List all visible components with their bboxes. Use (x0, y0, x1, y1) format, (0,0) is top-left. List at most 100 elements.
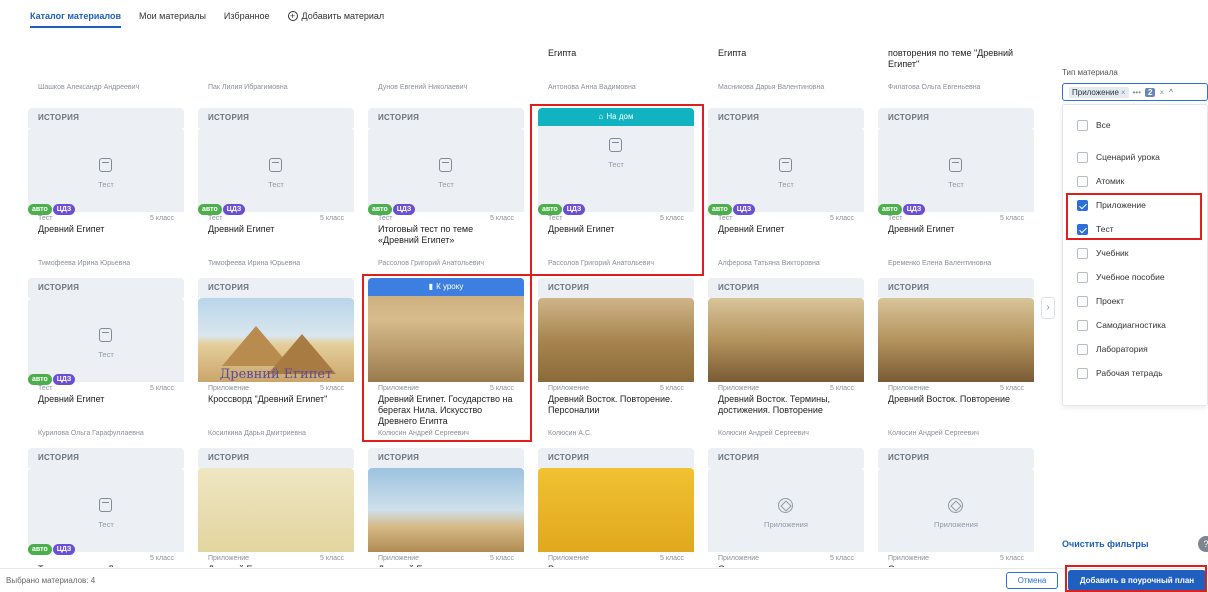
scroll-right-button[interactable]: › (1041, 297, 1055, 319)
material-card[interactable]: Египта Антонова Анна Вадимовна (538, 48, 694, 98)
material-card[interactable]: ИСТОРИЯ Приложение 5 класс Древний Восток. … (538, 278, 694, 444)
card-title[interactable]: Итоговый тест по теме «Древний Египет» (368, 222, 524, 260)
card-cover: Приложения (708, 468, 864, 552)
material-card[interactable]: повторения по теме "Древний Египет" Филат… (878, 48, 1034, 98)
material-type: Приложение (888, 385, 930, 392)
card-title[interactable]: Древний Египет (708, 222, 864, 260)
card-cover: Древний Египет (198, 298, 354, 382)
top-navigation: Каталог материалов Мои материалы Избранн… (0, 0, 1208, 28)
filter-option[interactable]: Самодиагностика (1063, 313, 1207, 337)
material-type: Тест (38, 215, 53, 222)
checkbox[interactable] (1077, 271, 1088, 283)
material-card[interactable]: ИСТОРИЯ Тест авто ЦДЗ Тест 5 класс Древний Еги… (878, 108, 1034, 274)
test-doc-icon (99, 158, 112, 172)
card-title[interactable]: Религия древних египтян (538, 562, 694, 567)
material-card[interactable]: ИСТОРИЯ Древний Египет Приложение 5 класс Кр… (198, 278, 354, 444)
checkbox[interactable] (1077, 319, 1088, 331)
material-card[interactable]: ИСТОРИЯ Тест автоЦДЗ 5 классТест по истории… (28, 448, 184, 567)
filter-chip[interactable]: Приложение × (1069, 86, 1129, 98)
help-icon[interactable]: ? (1198, 536, 1208, 552)
material-card[interactable]: ИСТОРИЯ Тест авто ЦДЗ Тест 5 класс Древний Еги… (28, 278, 184, 444)
card-title[interactable]: Древний Египет (198, 562, 354, 567)
card-meta: Приложение 5 класс (708, 552, 864, 562)
chevron-up-icon[interactable]: ^ (1169, 88, 1173, 97)
checkbox[interactable] (1077, 175, 1088, 187)
card-title[interactable]: Тест по истории Древнего Востока (28, 562, 184, 567)
subject-label: ИСТОРИЯ (708, 108, 864, 128)
tab-catalog[interactable]: Каталог материалов (30, 11, 121, 28)
material-card[interactable]: ИСТОРИЯ Приложение 5 классРелигия древних … (538, 448, 694, 567)
cdz-badge: ЦДЗ (52, 374, 76, 385)
card-meta: Приложение 5 класс (878, 382, 1034, 392)
cover-text: Тест (778, 180, 794, 189)
card-title[interactable]: Древний Египет (368, 562, 524, 567)
cover-text: Тест (948, 180, 964, 189)
chip-close-icon[interactable]: × (1121, 88, 1126, 97)
material-type: Приложение (548, 555, 590, 562)
checkbox[interactable] (1077, 119, 1088, 131)
tab-favorites[interactable]: Избранное (224, 11, 270, 28)
card-title[interactable]: Древний Восток. Термины, достижения. Пов… (708, 392, 864, 430)
card-cover (878, 298, 1034, 382)
material-type: Тест (378, 215, 393, 222)
filter-option[interactable]: Рабочая тетрадь (1063, 361, 1207, 385)
cancel-button[interactable]: Отмена (1006, 572, 1058, 589)
card-author: Колюсин Андрей Сергеевич (888, 430, 979, 437)
card-cover: Тест (368, 128, 524, 212)
card-title[interactable]: Древний Египет (28, 392, 184, 430)
material-card[interactable]: ИСТОРИЯ Тест авто ЦДЗ Тест 5 класс Итоговый те… (368, 108, 524, 274)
card-title[interactable]: Древний Восток. Повторение (878, 392, 1034, 430)
material-type: Приложение (208, 555, 250, 562)
test-doc-icon (99, 328, 112, 342)
filter-option[interactable]: Учебник (1063, 241, 1207, 265)
material-card[interactable]: Египта Масникова Дарья Валентиновна (708, 48, 864, 98)
material-card[interactable]: Пак Лилия Ибрагимовна (198, 48, 354, 98)
filter-option-label: Проект (1096, 296, 1124, 306)
cover-text: Тест (98, 350, 114, 359)
subject-label: ИСТОРИЯ (198, 108, 354, 128)
material-card[interactable]: Дунов Евгений Николаевич (368, 48, 524, 98)
add-material-button[interactable]: + Добавить материал (287, 11, 384, 28)
material-type-select[interactable]: Приложение × ••• 2 × ^ (1062, 83, 1208, 101)
subject-label: ИСТОРИЯ (198, 278, 354, 298)
card-cover (368, 468, 524, 552)
card-title[interactable]: Семь чудес света. (708, 562, 864, 567)
material-card[interactable]: ИСТОРИЯ Тест авто ЦДЗ Тест 5 класс Древний Еги… (708, 108, 864, 274)
card-cover (538, 468, 694, 552)
checkbox[interactable] (1077, 295, 1088, 307)
card-cover (198, 468, 354, 552)
cdz-badge: ЦДЗ (52, 544, 76, 555)
material-card[interactable]: ИСТОРИЯ Тест авто ЦДЗ Тест 5 класс Древний Еги… (198, 108, 354, 274)
material-card[interactable]: ИСТОРИЯ Тест авто ЦДЗ Тест 5 класс Древний Еги… (28, 108, 184, 274)
card-title[interactable]: Древний Египет (198, 222, 354, 260)
filter-option[interactable]: Учебное пособие (1063, 265, 1207, 289)
checkbox[interactable] (1077, 247, 1088, 259)
material-card[interactable]: ИСТОРИЯ Приложение 5 класс Древний Восток. … (708, 278, 864, 444)
filter-option[interactable]: Проект (1063, 289, 1207, 313)
auto-badge: авто (28, 544, 52, 555)
checkbox[interactable] (1077, 151, 1088, 163)
filter-option[interactable]: Все (1063, 113, 1207, 137)
material-card[interactable]: ИСТОРИЯ Приложения Приложение 5 классСемь ч… (878, 448, 1034, 567)
grade-label: 5 класс (830, 385, 854, 392)
plus-circle-icon: + (287, 11, 298, 21)
filter-option[interactable]: Лаборатория (1063, 337, 1207, 361)
card-title[interactable]: Древний Египет (28, 222, 184, 260)
checkbox[interactable] (1077, 343, 1088, 355)
card-title[interactable]: Древний Восток. Повторение. Персоналии (538, 392, 694, 430)
filter-option[interactable]: Сценарий урока (1063, 145, 1207, 169)
card-title[interactable]: Семь чудес света (878, 562, 1034, 567)
material-card[interactable]: Шашков Александр Андреевич (28, 48, 184, 98)
material-card[interactable]: ИСТОРИЯ Приложение 5 классДревний Египет (368, 448, 524, 567)
clear-filters-link[interactable]: Очистить фильтры (1062, 539, 1149, 549)
material-card[interactable]: ИСТОРИЯ Приложение 5 класс Древний Восток. … (878, 278, 1034, 444)
card-title[interactable]: Кроссворд "Древний Египет" (198, 392, 354, 430)
filter-option[interactable]: Атомик (1063, 169, 1207, 193)
tab-my-materials[interactable]: Мои материалы (139, 11, 206, 28)
card-title[interactable]: Древний Египет (878, 222, 1034, 260)
test-doc-icon (949, 158, 962, 172)
material-card[interactable]: ИСТОРИЯ Приложения Приложение 5 классСемь ч… (708, 448, 864, 567)
material-card[interactable]: ИСТОРИЯ Приложение 5 классДревний Египет (198, 448, 354, 567)
clear-select-icon[interactable]: × (1159, 88, 1164, 97)
checkbox[interactable] (1077, 367, 1088, 379)
